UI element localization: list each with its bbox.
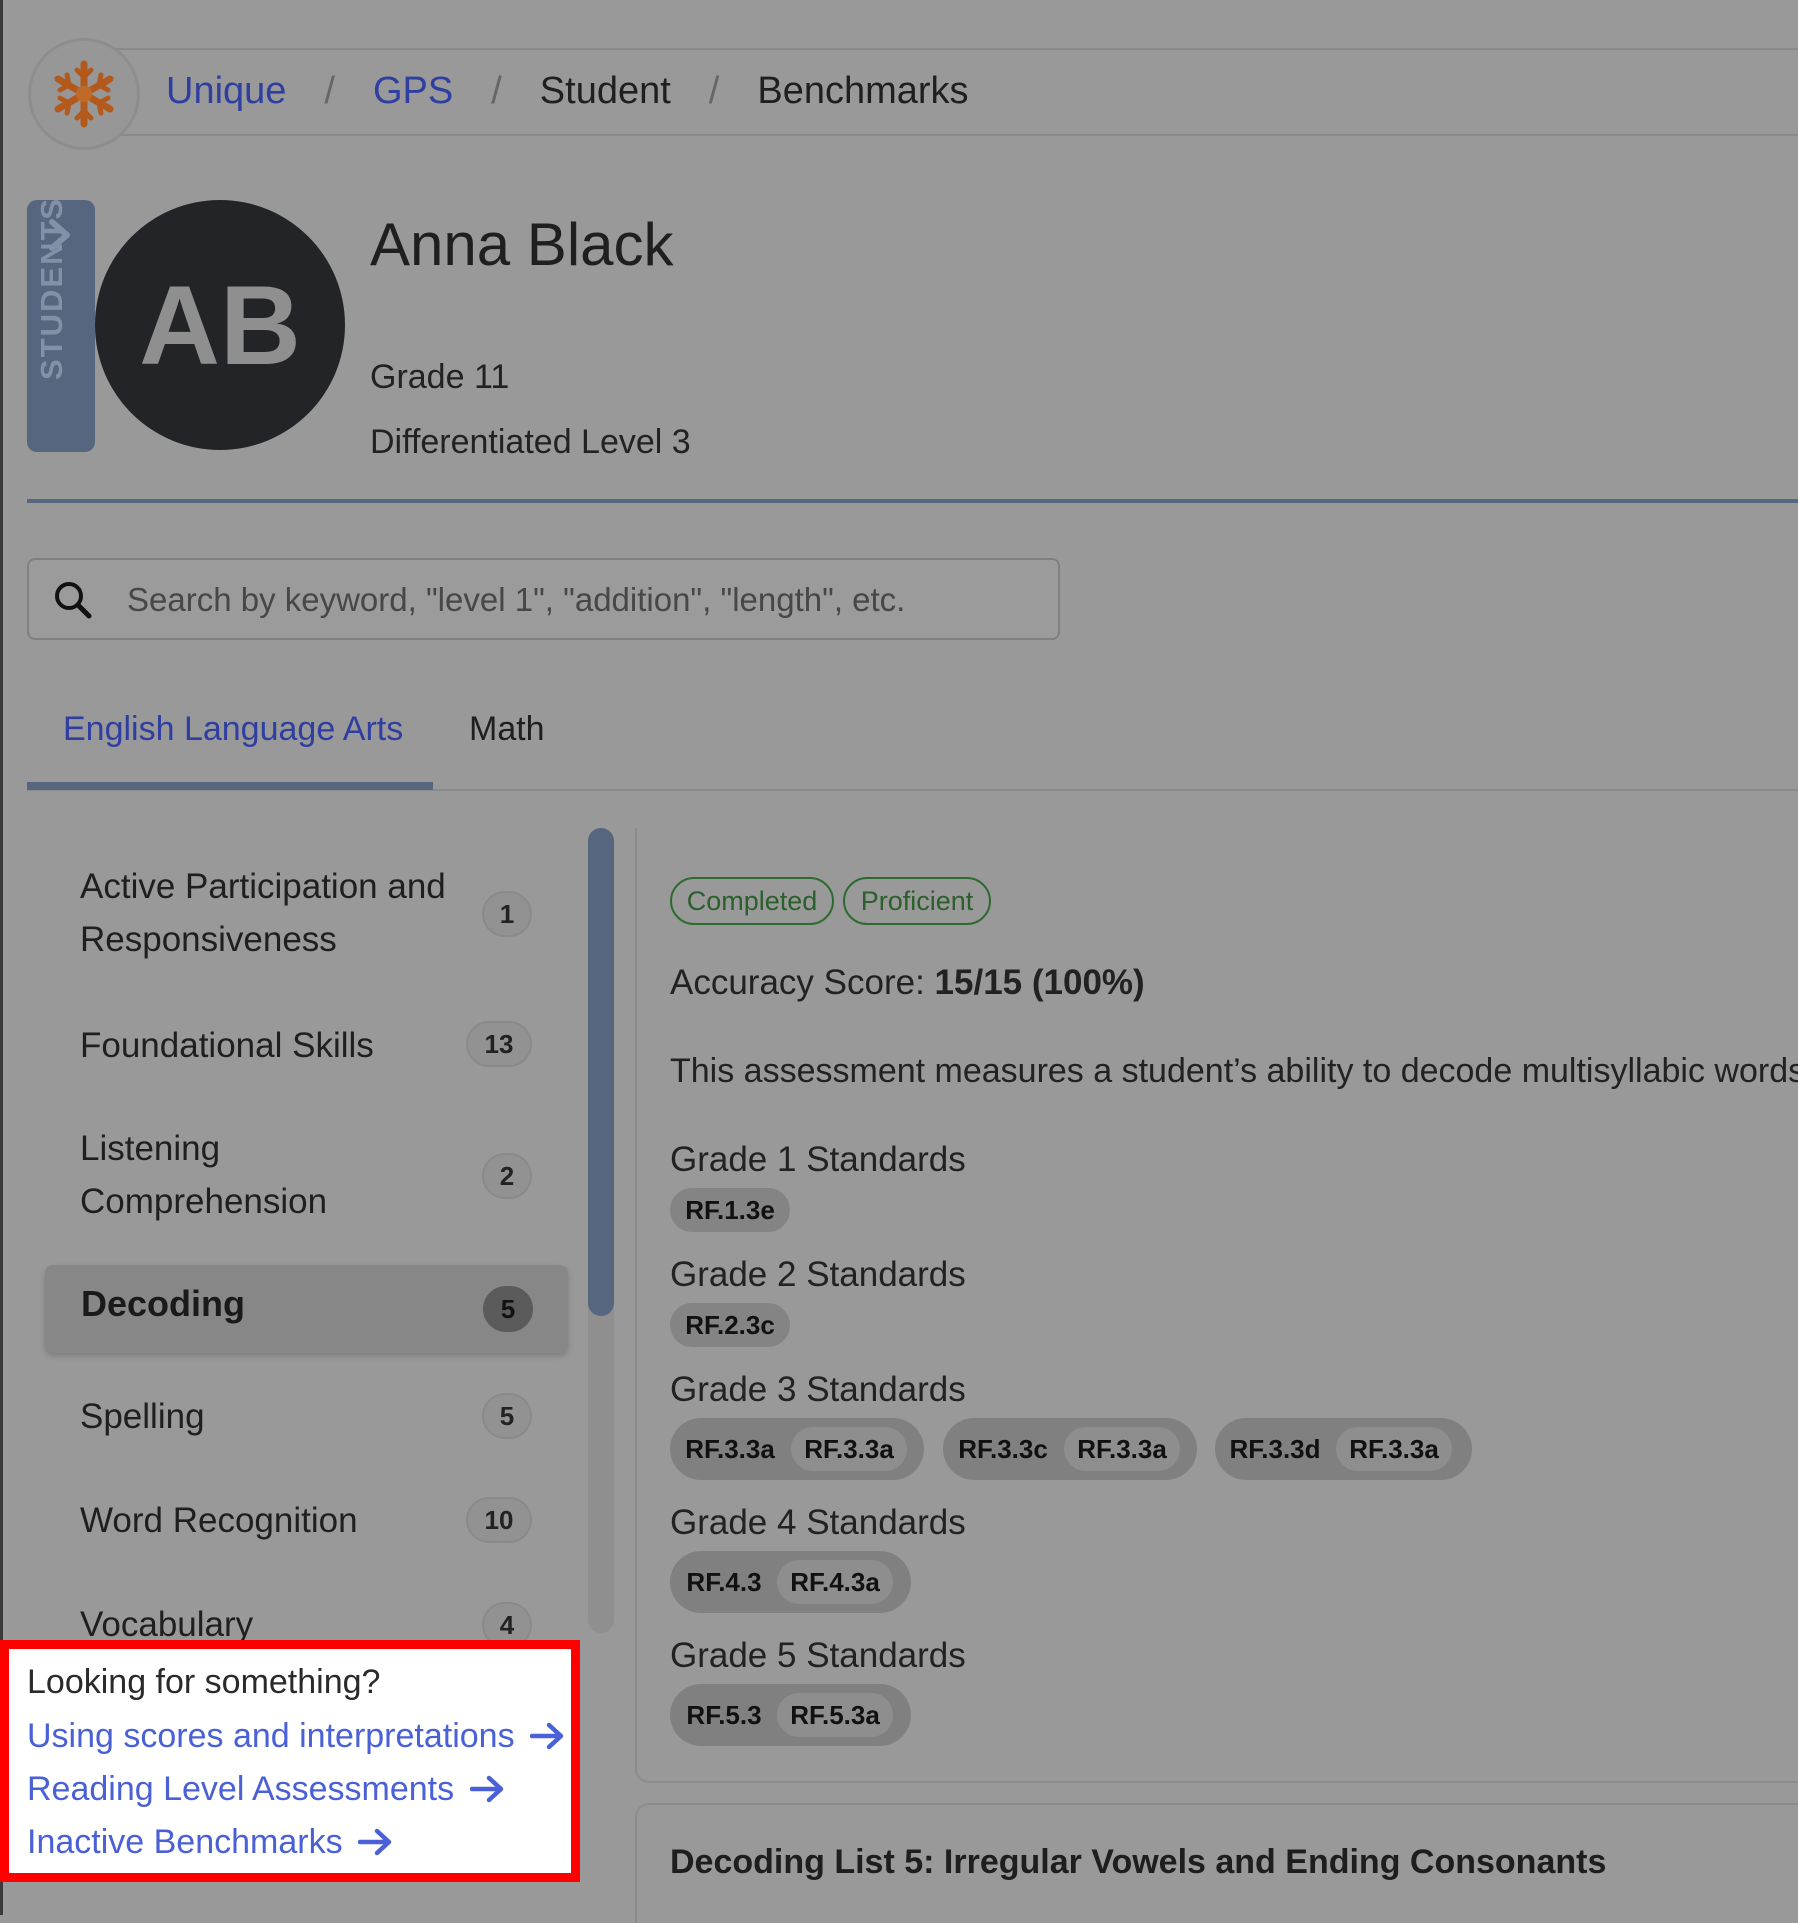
help-link-scores[interactable]: Using scores and interpretations bbox=[27, 1717, 564, 1756]
standard-chip[interactable]: RF.3.3a bbox=[1336, 1427, 1452, 1471]
divider bbox=[27, 499, 1798, 503]
grade-2-standards-heading: Grade 2 Standards bbox=[670, 1255, 966, 1294]
breadcrumb-separator: / bbox=[324, 69, 335, 112]
grade-1-standards-heading: Grade 1 Standards bbox=[670, 1140, 966, 1179]
category-item-decoding[interactable]: Decoding 5 bbox=[45, 1265, 568, 1353]
category-item-listening-comprehension[interactable]: Listening Comprehension bbox=[80, 1122, 327, 1228]
category-label-line: Listening bbox=[80, 1129, 221, 1168]
snowflake-icon bbox=[54, 60, 114, 128]
assessment-title: Decoding List 5: Irregular Vowels and En… bbox=[670, 1843, 1607, 1881]
tab-math[interactable]: Math bbox=[469, 710, 545, 749]
student-name: Anna Black bbox=[370, 211, 674, 278]
standard-chip[interactable]: RF.5.3 bbox=[674, 1693, 774, 1737]
help-link-reading-level[interactable]: Reading Level Assessments bbox=[27, 1770, 504, 1809]
search-input[interactable] bbox=[125, 568, 1029, 632]
assessment-description: This assessment measures a student’s abi… bbox=[670, 1052, 1798, 1090]
count-badge: 10 bbox=[466, 1497, 532, 1543]
breadcrumb-student: Student bbox=[539, 69, 671, 112]
standard-chip[interactable]: RF.5.3a bbox=[777, 1693, 893, 1737]
status-badge-completed: Completed bbox=[670, 877, 834, 925]
accuracy-label: Accuracy Score: bbox=[670, 963, 925, 1002]
grade-5-standards-heading: Grade 5 Standards bbox=[670, 1636, 966, 1675]
category-label-line: Comprehension bbox=[80, 1182, 328, 1221]
assessment-card-next[interactable]: Decoding List 5: Irregular Vowels and En… bbox=[635, 1803, 1798, 1923]
count-badge: 5 bbox=[482, 1393, 532, 1439]
app-logo[interactable] bbox=[28, 38, 140, 150]
count-badge: 1 bbox=[482, 891, 532, 937]
category-item-word-recognition[interactable]: Word Recognition bbox=[80, 1494, 358, 1547]
search-box bbox=[27, 558, 1060, 640]
arrow-right-icon bbox=[529, 1722, 564, 1750]
help-links-box: Looking for something? Using scores and … bbox=[0, 1640, 580, 1882]
grade-3-standards-heading: Grade 3 Standards bbox=[670, 1370, 966, 1409]
count-badge: 5 bbox=[483, 1286, 533, 1332]
standard-chip[interactable]: RF.4.3a bbox=[777, 1560, 893, 1604]
tab-active-indicator bbox=[27, 782, 433, 790]
standard-chip[interactable]: RF.3.3c bbox=[947, 1427, 1059, 1471]
count-badge: 2 bbox=[482, 1153, 532, 1199]
students-tab-label: STUDENTS bbox=[34, 196, 69, 380]
category-item-active-participation[interactable]: Active Participation and Responsiveness bbox=[80, 860, 446, 966]
help-title: Looking for something? bbox=[27, 1663, 381, 1701]
help-link-label: Using scores and interpretations bbox=[27, 1717, 515, 1755]
help-link-inactive-benchmarks[interactable]: Inactive Benchmarks bbox=[27, 1823, 392, 1862]
breadcrumb-unique[interactable]: Unique bbox=[166, 70, 286, 113]
breadcrumb-separator: / bbox=[491, 69, 502, 112]
category-label: Decoding bbox=[81, 1283, 246, 1324]
standard-chip[interactable]: RF.3.3a bbox=[1064, 1427, 1180, 1471]
standard-chip[interactable]: RF.3.3a bbox=[674, 1427, 786, 1471]
arrow-right-icon bbox=[469, 1775, 503, 1803]
tab-english-language-arts[interactable]: English Language Arts bbox=[63, 710, 403, 749]
grade-4-standards-heading: Grade 4 Standards bbox=[670, 1503, 966, 1542]
window-edge bbox=[0, 0, 3, 1915]
standard-chip[interactable]: RF.1.3e bbox=[670, 1188, 790, 1232]
accuracy-value: 15/15 (100%) bbox=[934, 963, 1145, 1002]
student-grade: Grade 11 bbox=[370, 358, 510, 396]
help-link-label: Reading Level Assessments bbox=[27, 1770, 455, 1808]
help-link-label: Inactive Benchmarks bbox=[27, 1823, 343, 1861]
category-item-foundational-skills[interactable]: Foundational Skills bbox=[80, 1019, 374, 1072]
standard-chip[interactable]: RF.3.3d bbox=[1219, 1427, 1331, 1471]
category-scrollbar-thumb[interactable] bbox=[588, 828, 614, 1316]
breadcrumb-gps[interactable]: GPS bbox=[373, 70, 453, 113]
standard-chip[interactable]: RF.4.3 bbox=[674, 1560, 774, 1604]
standard-chip[interactable]: RF.2.3c bbox=[670, 1303, 790, 1347]
category-label-line: Responsiveness bbox=[80, 920, 337, 959]
breadcrumb: Unique / GPS / Student / Benchmarks bbox=[166, 60, 969, 122]
breadcrumb-benchmarks: Benchmarks bbox=[757, 69, 969, 112]
student-level: Differentiated Level 3 bbox=[370, 423, 691, 461]
status-badge-proficient: Proficient bbox=[843, 877, 991, 925]
accuracy-score: Accuracy Score: 15/15 (100%) bbox=[670, 963, 1145, 1003]
standard-chip[interactable]: RF.3.3a bbox=[791, 1427, 907, 1471]
category-item-spelling[interactable]: Spelling bbox=[80, 1390, 205, 1443]
count-badge: 13 bbox=[466, 1021, 532, 1067]
search-icon bbox=[55, 582, 92, 619]
category-label-line: Active Participation and bbox=[80, 867, 446, 906]
breadcrumb-separator: / bbox=[708, 69, 720, 112]
avatar: AB bbox=[95, 200, 345, 450]
arrow-right-icon bbox=[357, 1828, 392, 1856]
